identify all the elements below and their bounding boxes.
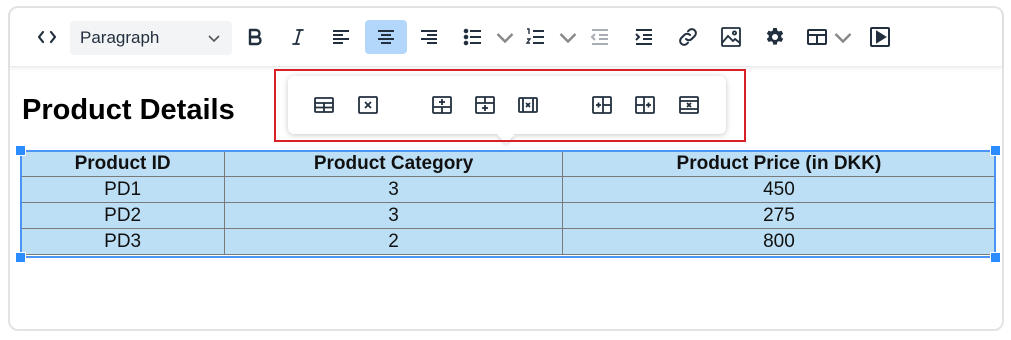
table-row: PD1 3 450 [19,176,997,203]
editor-toolbar: Paragraph [10,8,1002,67]
resize-handle-bottom-left[interactable] [15,252,26,263]
insert-column-after-icon [635,96,655,114]
table-cell[interactable]: 3 [224,176,563,203]
table-cell[interactable]: PD3 [19,228,226,255]
delete-row-icon [518,97,538,113]
insert-column-before-icon [592,96,612,114]
table-header-cell[interactable]: Product ID [19,150,226,177]
italic-icon [292,29,304,45]
resize-handle-top-left[interactable] [15,145,26,156]
media-button[interactable] [862,20,898,54]
table-cell[interactable]: PD1 [19,176,226,203]
table-cell[interactable]: 3 [224,202,563,229]
product-table-wrapper: Product ID Product Category Product Pric… [19,150,997,255]
align-center-button[interactable] [365,20,407,54]
numbered-list-icon [525,28,544,44]
insert-column-before-button[interactable] [585,88,619,122]
table-header-cell[interactable]: Product Category [224,150,563,177]
table-properties-button[interactable] [307,88,341,122]
table-icon [807,29,827,45]
chevron-down-icon[interactable] [831,25,855,49]
image-icon [721,27,741,47]
table-properties-icon [314,97,334,113]
source-code-icon[interactable] [29,20,65,54]
align-left-button[interactable] [323,20,359,54]
resize-handle-top-right[interactable] [990,145,1001,156]
italic-button[interactable] [280,20,316,54]
outdent-icon [590,29,608,45]
insert-row-before-button[interactable] [425,88,459,122]
table-header-cell[interactable]: Product Price (in DKK) [561,150,997,177]
block-format-select[interactable]: Paragraph [70,21,232,55]
delete-table-icon [358,96,378,114]
product-table[interactable]: Product ID Product Category Product Pric… [19,150,997,255]
insert-row-after-icon [475,96,495,114]
table-row: PD2 3 275 [19,202,997,229]
align-left-icon [333,30,349,44]
insert-row-after-button[interactable] [468,88,502,122]
insert-column-after-button[interactable] [628,88,662,122]
delete-column-button[interactable] [672,88,706,122]
delete-table-button[interactable] [351,88,385,122]
link-button[interactable] [670,20,706,54]
table-header-row: Product ID Product Category Product Pric… [19,150,997,177]
bullet-list-button[interactable] [461,20,517,54]
page-title: Product Details [22,94,235,126]
link-icon [679,28,697,46]
table-cell[interactable]: 800 [561,228,997,255]
table-cell[interactable]: 2 [224,228,563,255]
delete-row-button[interactable] [511,88,545,122]
table-context-toolbar [288,76,726,144]
outdent-button[interactable] [582,20,618,54]
chevron-down-icon[interactable] [493,25,517,49]
delete-column-icon [679,96,699,114]
settings-button[interactable] [757,20,793,54]
insert-row-before-icon [432,96,452,114]
numbered-list-button[interactable] [524,20,580,54]
table-cell[interactable]: 275 [561,202,997,229]
image-button[interactable] [713,20,749,54]
chevron-down-icon[interactable] [556,25,580,49]
block-format-value: Paragraph [80,28,160,47]
table-cell[interactable]: PD2 [19,202,226,229]
table-row: PD3 2 800 [19,228,997,255]
settings-gear-icon [766,28,784,45]
indent-button[interactable] [626,20,662,54]
bold-button[interactable] [237,20,273,54]
bullet-list-icon [463,28,481,46]
align-center-icon [378,30,394,44]
rich-text-editor: Paragraph Product Details Product ID Pro… [8,6,1004,331]
align-right-icon [421,30,437,44]
media-play-icon [870,27,890,47]
table-button[interactable] [805,20,855,54]
indent-icon [635,29,652,45]
table-cell[interactable]: 450 [561,176,997,203]
resize-handle-bottom-right[interactable] [990,252,1001,263]
align-right-button[interactable] [411,20,447,54]
chevron-down-icon [208,35,220,43]
bold-icon [248,28,262,46]
